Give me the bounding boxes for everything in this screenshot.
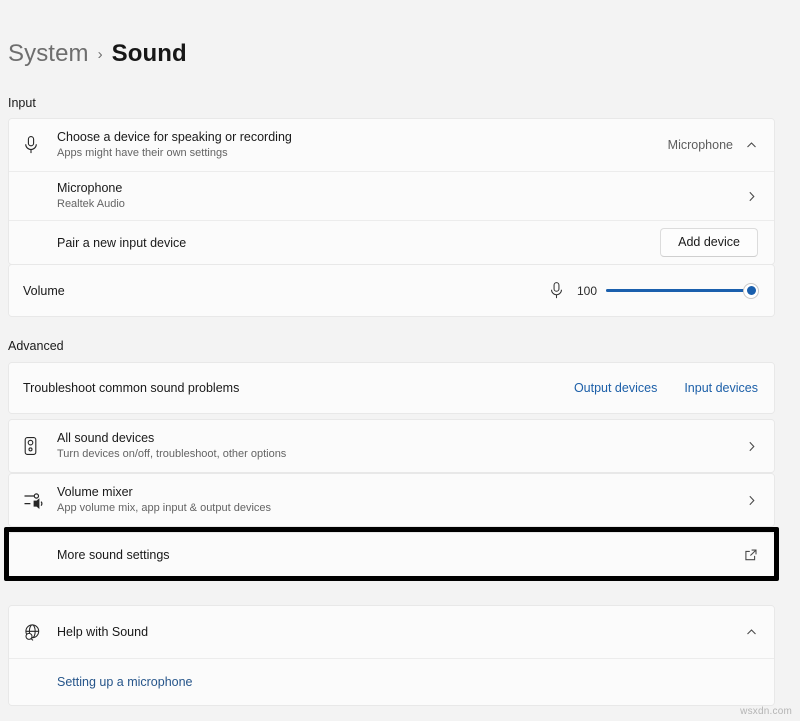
choose-device-text: Choose a device for speaking or recordin… [57,129,668,161]
help-with-sound-row[interactable]: Help with Sound [9,606,774,658]
pair-input-device-right: Add device [660,228,758,257]
more-sound-settings-text: More sound settings [57,547,744,563]
all-sound-devices-card[interactable]: All sound devices Turn devices on/off, t… [8,419,775,473]
troubleshoot-row: Troubleshoot common sound problems Outpu… [9,363,774,413]
volume-card: Volume 100 [8,264,775,317]
help-with-sound-text: Help with Sound [57,624,745,640]
watermark: wsxdn.com [740,706,792,717]
all-sound-devices-subtitle: Turn devices on/off, troubleshoot, other… [57,447,745,462]
troubleshoot-card: Troubleshoot common sound problems Outpu… [8,362,775,414]
chevron-up-icon[interactable] [745,626,758,639]
volume-slider-thumb[interactable] [743,283,759,299]
help-link-row: Setting up a microphone [9,658,774,705]
breadcrumb-system[interactable]: System [8,40,89,68]
page-title: Sound [112,40,187,68]
volume-row: Volume 100 [9,265,774,316]
help-link-setting-up-a-microphone[interactable]: Setting up a microphone [57,675,193,689]
settings-page: System › Sound Input Choose a device for… [0,0,800,721]
volume-mixer-row[interactable]: Volume mixer App volume mix, app input &… [9,474,774,526]
more-sound-settings-row[interactable]: More sound settings [9,533,774,577]
help-with-sound-title: Help with Sound [57,624,745,640]
mixer-icon [23,491,57,509]
all-sound-devices-title: All sound devices [57,430,745,446]
volume-slider[interactable] [606,282,758,300]
choose-device-title: Choose a device for speaking or recordin… [57,129,668,145]
volume-value: 100 [573,284,597,298]
device-microphone-right[interactable] [745,190,758,203]
external-link-icon[interactable] [744,548,758,562]
volume-label: Volume [23,283,549,299]
volume-mixer-card[interactable]: Volume mixer App volume mix, app input &… [8,473,775,527]
all-sound-devices-row[interactable]: All sound devices Turn devices on/off, t… [9,420,774,472]
troubleshoot-title: Troubleshoot common sound problems [23,380,574,396]
input-devices-card: Choose a device for speaking or recordin… [8,118,775,265]
volume-mixer-right[interactable] [745,494,758,507]
section-heading-input: Input [8,96,36,110]
volume-mixer-text: Volume mixer App volume mix, app input &… [57,484,745,516]
all-sound-devices-text: All sound devices Turn devices on/off, t… [57,430,745,462]
device-microphone-row[interactable]: Microphone Realtek Audio [9,171,774,220]
chevron-right-icon[interactable] [745,440,758,453]
add-device-button[interactable]: Add device [660,228,758,257]
troubleshoot-input-devices-link[interactable]: Input devices [684,381,758,395]
volume-mixer-subtitle: App volume mix, app input & output devic… [57,501,745,516]
pair-input-device-title: Pair a new input device [57,235,660,251]
choose-device-row[interactable]: Choose a device for speaking or recordin… [9,119,774,171]
section-heading-advanced: Advanced [8,339,64,353]
troubleshoot-text: Troubleshoot common sound problems [23,380,574,396]
volume-mixer-title: Volume mixer [57,484,745,500]
choose-device-value: Microphone [668,138,733,152]
device-microphone-text: Microphone Realtek Audio [57,180,745,212]
volume-control-group: 100 [549,281,758,300]
chevron-right-icon[interactable] [745,494,758,507]
pair-input-device-row: Pair a new input device Add device [9,220,774,264]
breadcrumb-separator-icon: › [98,46,103,63]
all-sound-devices-right[interactable] [745,440,758,453]
globe-search-icon [23,623,57,642]
choose-device-value-group[interactable]: Microphone [668,138,758,152]
microphone-icon [23,135,57,155]
chevron-up-icon[interactable] [745,139,758,152]
troubleshoot-links: Output devices Input devices [574,381,758,395]
chevron-right-icon[interactable] [745,190,758,203]
help-with-sound-right[interactable] [745,626,758,639]
help-card: Help with Sound Setting up a microphone [8,605,775,706]
more-sound-settings-title: More sound settings [57,547,744,563]
volume-text: Volume [23,283,549,299]
troubleshoot-output-devices-link[interactable]: Output devices [574,381,657,395]
more-sound-settings-right[interactable] [744,548,758,562]
more-sound-settings-card[interactable]: More sound settings [8,532,775,578]
breadcrumb: System › Sound [8,40,187,68]
volume-slider-fill [606,289,758,292]
pair-input-device-text: Pair a new input device [57,235,660,251]
device-microphone-subtitle: Realtek Audio [57,197,745,212]
device-microphone-title: Microphone [57,180,745,196]
choose-device-subtitle: Apps might have their own settings [57,146,668,161]
speaker-icon [23,436,57,456]
microphone-icon [549,281,564,300]
